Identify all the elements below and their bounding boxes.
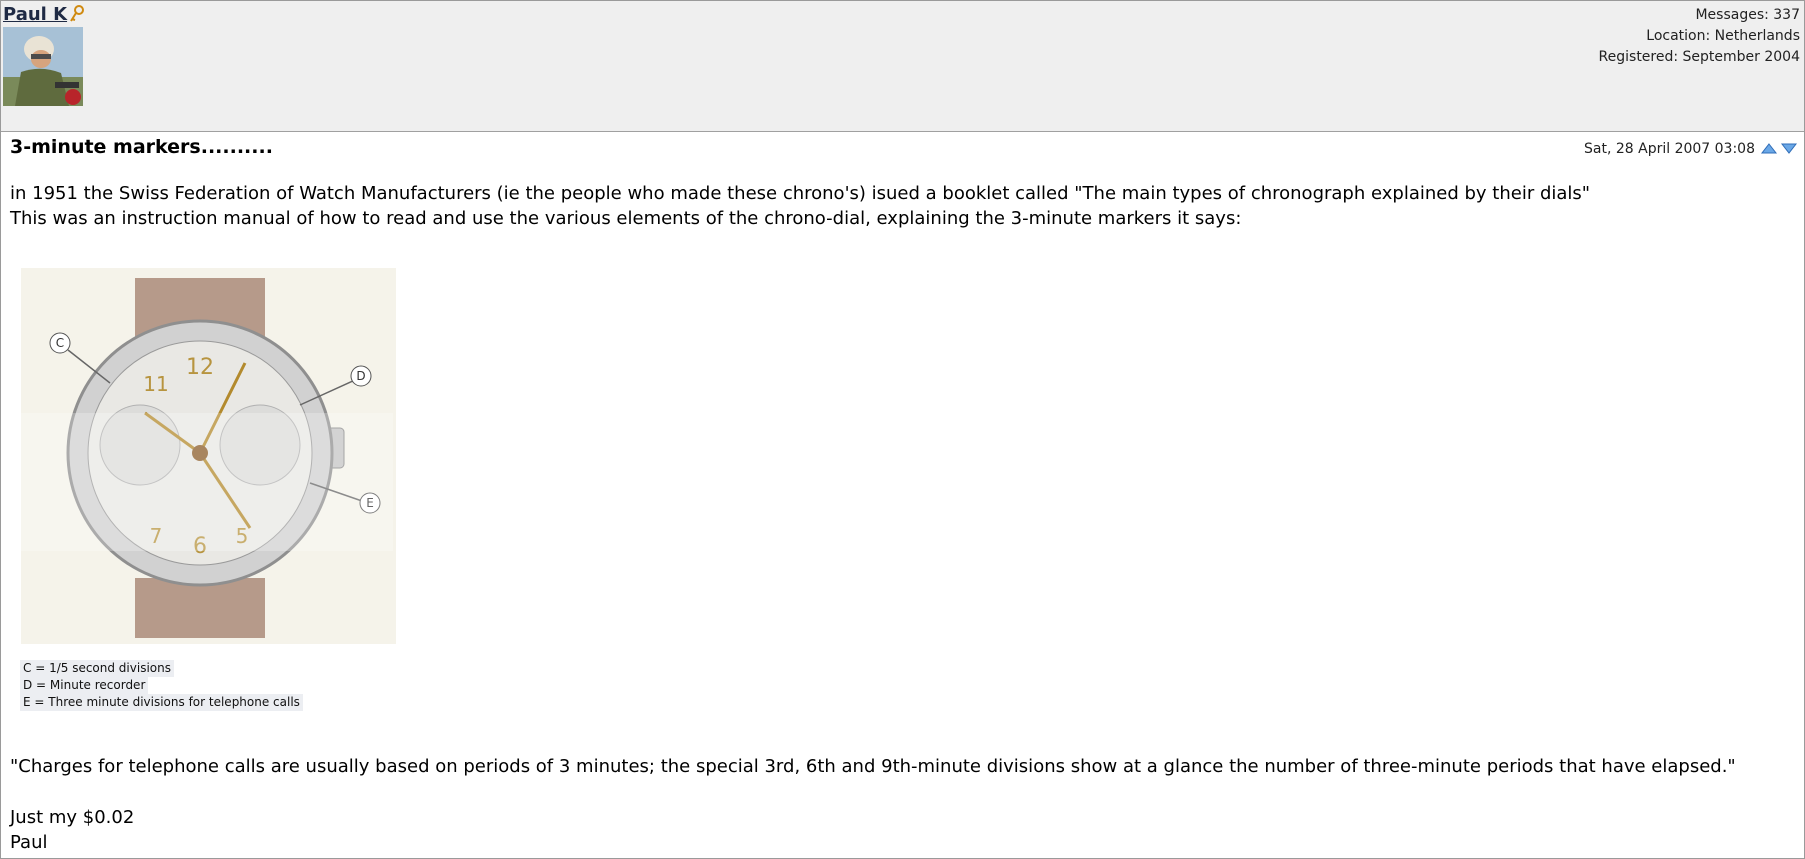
post-header: Paul K Messages: 337 Location: Netherlan… [1, 1, 1804, 132]
caption-line-d: D = Minute recorder [20, 677, 149, 694]
label-d: D [356, 369, 365, 383]
author-meta: Messages: 337 Location: Netherlands Regi… [1599, 5, 1800, 68]
image-caption: C = 1/5 second divisions D = Minute reco… [20, 660, 303, 711]
author-location: Location: Netherlands [1646, 28, 1800, 44]
messages-count: Messages: 337 [1695, 7, 1800, 23]
signature: Paul [10, 832, 48, 853]
caption-line-e: E = Three minute divisions for telephone… [20, 694, 303, 711]
registered-date: Registered: September 2004 [1598, 49, 1800, 65]
paragraph-manual: This was an instruction manual of how to… [10, 208, 1242, 229]
quote-paragraph: "Charges for telephone calls are usually… [10, 756, 1736, 777]
post-title: 3-minute markers.......... [10, 136, 273, 158]
arrow-down-icon[interactable] [1780, 142, 1798, 155]
post-date: Sat, 28 April 2007 03:08 [1584, 141, 1755, 157]
svg-text:12: 12 [186, 355, 214, 380]
svg-text:11: 11 [143, 372, 168, 396]
chronograph-dial-image: 12 11 7 6 5 C D E [10, 263, 404, 646]
arrow-up-icon[interactable] [1760, 142, 1778, 155]
avatar[interactable] [3, 27, 83, 106]
paragraph-intro: in 1951 the Swiss Federation of Watch Ma… [10, 183, 1591, 204]
closing-line: Just my $0.02 [10, 807, 135, 828]
label-c: C [56, 336, 64, 350]
caption-line-c: C = 1/5 second divisions [20, 660, 174, 677]
key-icon[interactable] [69, 5, 85, 23]
author-name-link[interactable]: Paul K [3, 4, 67, 25]
